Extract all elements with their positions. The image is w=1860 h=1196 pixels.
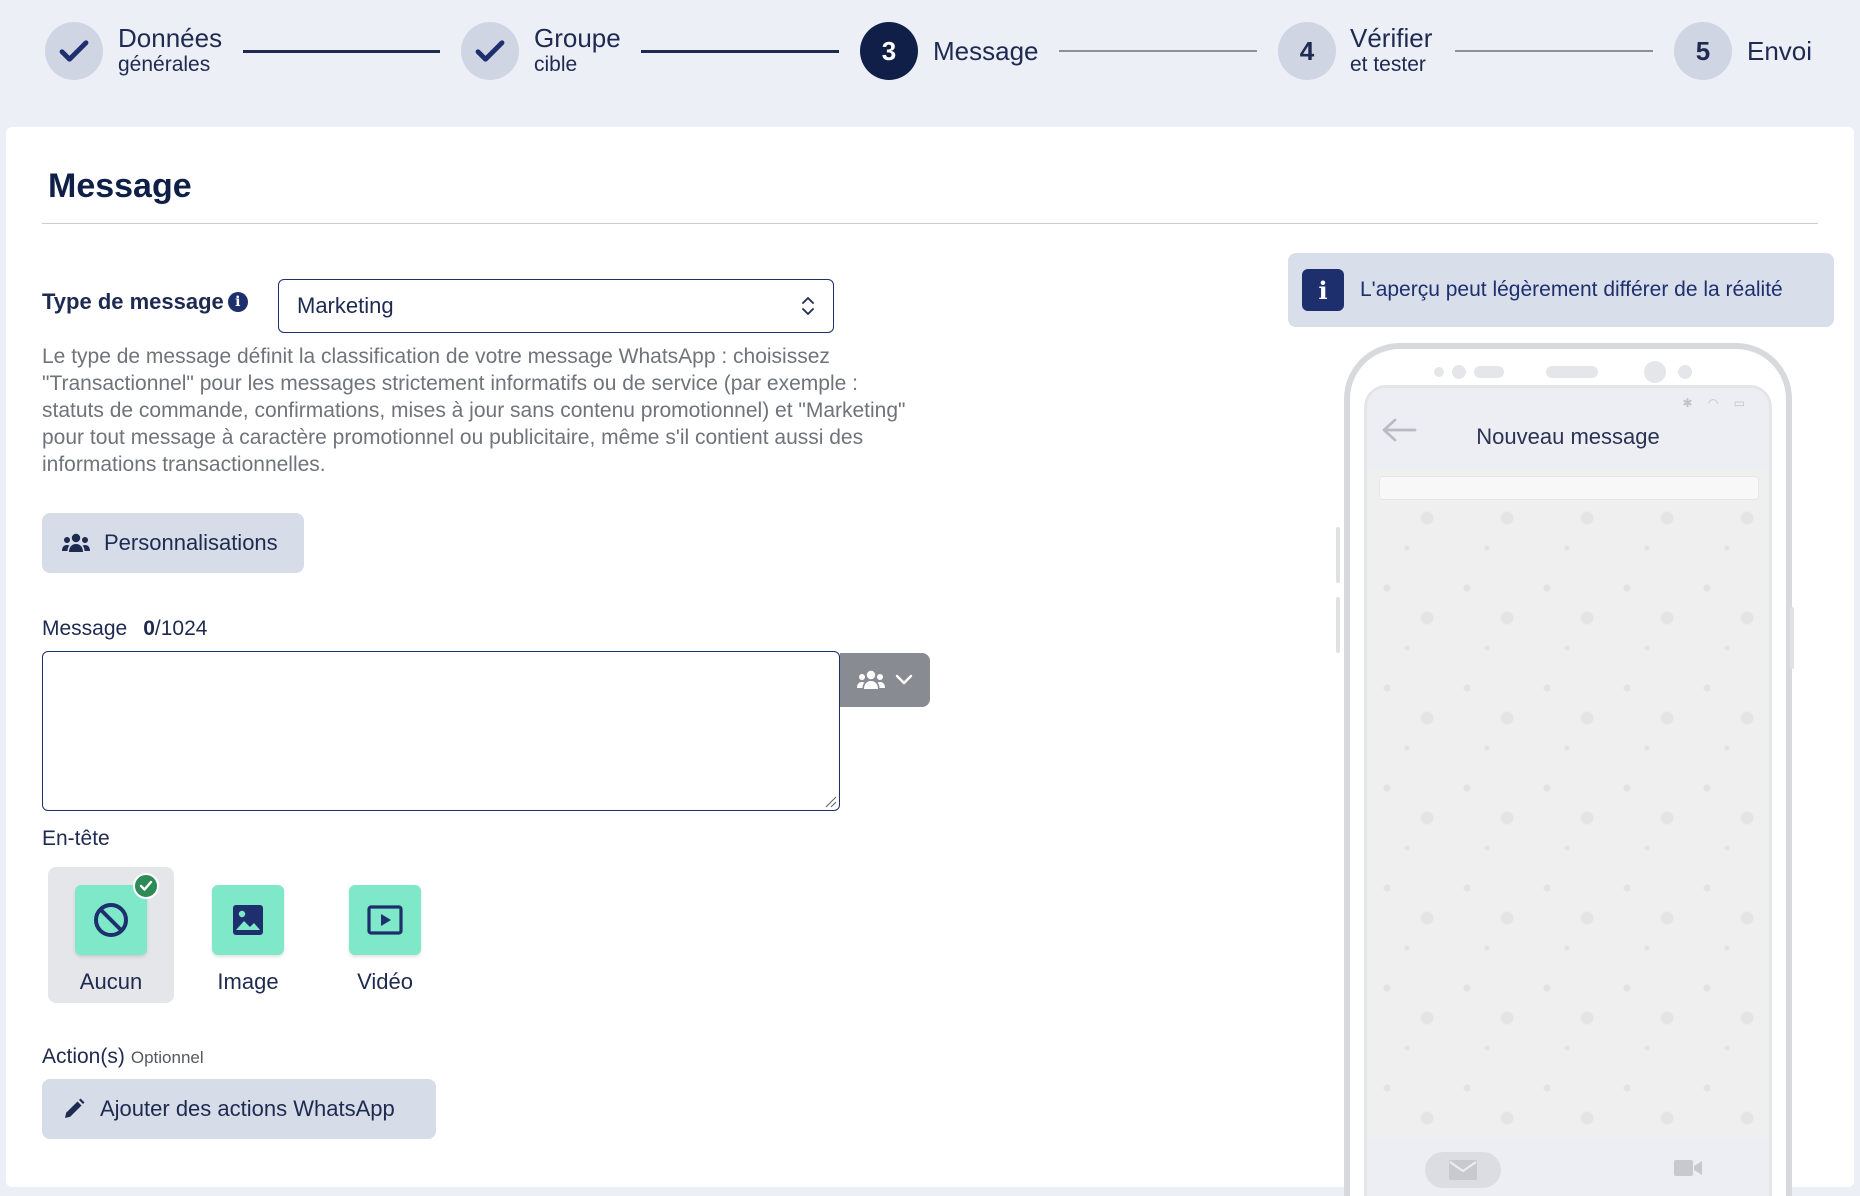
step-4-label[interactable]: Vérifier et tester [1350, 22, 1432, 80]
phone-sensor [1474, 366, 1504, 378]
chevron-up-down-icon [801, 295, 815, 317]
header-option-image[interactable]: Image [185, 867, 311, 1003]
step-title: Données [118, 23, 223, 53]
step-connector [243, 50, 440, 53]
video-camera-icon [1674, 1160, 1702, 1176]
message-label: Message 0/1024 [42, 617, 207, 641]
users-icon [857, 670, 885, 689]
header-tile [75, 873, 159, 955]
step-subtitle: cible [534, 53, 578, 76]
step-subtitle: générales [118, 53, 211, 76]
header-tile [349, 885, 421, 955]
step-subtitle: et tester [1350, 53, 1426, 76]
stepper: Données générales Groupe cible 3 Message… [0, 0, 1860, 106]
phone-preview: ✱ ◠ ▭ Nouveau message [1344, 343, 1792, 1196]
step-title: Vérifier [1350, 23, 1433, 53]
header-option-label: Image [217, 969, 279, 994]
message-textarea[interactable] [42, 651, 840, 811]
optional-tag: Optionnel [130, 1048, 204, 1067]
pencil-icon [65, 1098, 85, 1118]
step-3-number[interactable]: 3 [860, 22, 918, 80]
divider [42, 223, 1818, 224]
step-connector [1455, 50, 1653, 52]
step-1-check-icon[interactable] [45, 22, 103, 80]
step-title: Message [933, 36, 1039, 66]
step-title: Envoi [1747, 36, 1813, 66]
message-type-value: Marketing [297, 293, 394, 318]
step-1-label[interactable]: Données générales [118, 22, 222, 80]
users-icon [62, 533, 90, 552]
video-icon [367, 905, 403, 935]
phone-screen: ✱ ◠ ▭ Nouveau message [1364, 385, 1772, 1196]
step-5-number[interactable]: 5 [1674, 22, 1732, 80]
add-whatsapp-actions-label: Ajouter des actions WhatsApp [100, 1096, 395, 1121]
chat-background [1367, 468, 1769, 1138]
phone-camera [1644, 361, 1666, 383]
info-icon: i [1302, 269, 1344, 311]
header-option-label: Vidéo [357, 969, 413, 994]
phone-footer [1367, 1138, 1769, 1196]
header-option-video[interactable]: Vidéo [322, 867, 448, 1003]
status-icons: ✱ ◠ ▭ [1682, 396, 1751, 410]
info-icon[interactable]: i [227, 292, 248, 312]
step-title: Groupe [534, 23, 621, 53]
step-3-label[interactable]: Message [933, 22, 1039, 80]
ban-icon [94, 903, 128, 937]
message-label-text: Message [42, 617, 128, 640]
message-type-help: Le type de message définit la classifica… [42, 345, 906, 476]
phone-sensor [1434, 367, 1444, 377]
insert-personalisation-dropdown[interactable] [840, 653, 930, 707]
selected-check-icon [133, 873, 159, 899]
header-tile [212, 885, 284, 955]
phone-side-button [1336, 527, 1340, 583]
step-5-label[interactable]: Envoi [1747, 22, 1812, 80]
phone-side-button [1336, 597, 1340, 653]
preview-disclaimer: i L'aperçu peut légèrement différer de l… [1288, 253, 1834, 327]
phone-side-button [1790, 607, 1794, 669]
phone-title: Nouveau message [1476, 424, 1660, 449]
chat-bubble-placeholder [1379, 476, 1759, 500]
step-2-label[interactable]: Groupe cible [534, 22, 621, 80]
add-whatsapp-actions-button[interactable]: Ajouter des actions WhatsApp [42, 1079, 436, 1139]
personalisations-button-label: Personnalisations [104, 530, 278, 555]
phone-speaker [1546, 366, 1598, 378]
preview-disclaimer-text: L'aperçu peut légèrement différer de la … [1360, 278, 1783, 301]
image-icon [233, 905, 263, 935]
personalisations-button[interactable]: Personnalisations [42, 513, 304, 573]
mail-icon [1425, 1152, 1501, 1188]
header-label: En-tête [42, 827, 110, 850]
message-char-count: 0 [143, 617, 155, 640]
phone-sensor [1678, 365, 1692, 379]
step-4-number[interactable]: 4 [1278, 22, 1336, 80]
message-type-label-text: Type de message [42, 289, 224, 314]
message-type-select[interactable]: Marketing [278, 279, 834, 333]
message-char-max: /1024 [154, 617, 208, 640]
step-connector [1059, 50, 1257, 52]
chevron-down-icon [895, 674, 913, 685]
actions-label-text: Action(s) [42, 1045, 125, 1068]
message-card: Message Type de message i Marketing Le t… [6, 127, 1854, 1196]
header-option-label: Aucun [79, 969, 143, 994]
step-connector [641, 50, 839, 53]
resize-grip-icon[interactable] [823, 794, 837, 808]
phone-sensor [1452, 365, 1466, 379]
page-title: Message [48, 167, 192, 205]
actions-label: Action(s) Optionnel [42, 1045, 204, 1069]
message-type-label: Type de message i [42, 289, 248, 315]
phone-header: ✱ ◠ ▭ Nouveau message [1367, 388, 1769, 468]
step-2-check-icon[interactable] [461, 22, 519, 80]
header-option-none[interactable]: Aucun [48, 867, 174, 1003]
